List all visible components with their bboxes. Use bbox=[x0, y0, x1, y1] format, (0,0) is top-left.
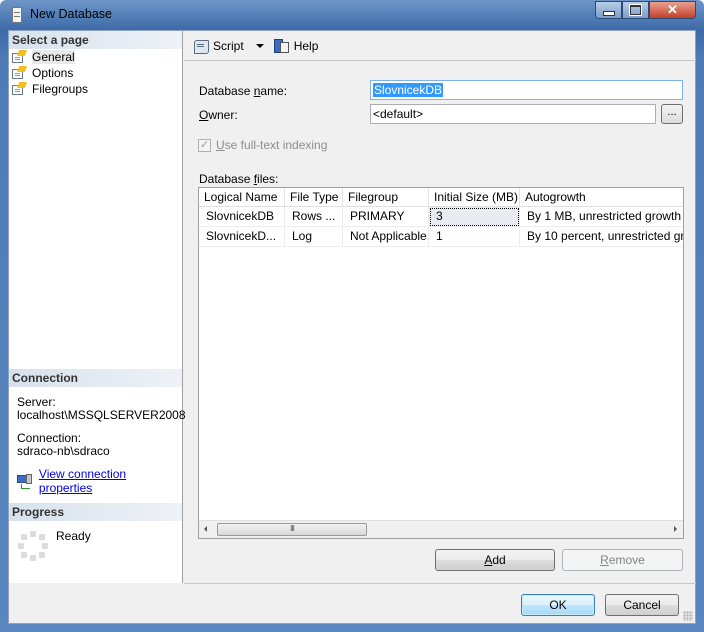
page-item-options[interactable]: Options bbox=[11, 65, 73, 81]
page-properties-icon bbox=[11, 82, 28, 96]
database-name-value: SlovnicekDB bbox=[373, 83, 444, 97]
connection-properties-icon bbox=[17, 474, 33, 489]
owner-input[interactable]: <default> bbox=[370, 104, 656, 124]
server-label: Server: bbox=[17, 395, 56, 409]
bottom-separator bbox=[184, 583, 696, 584]
owner-browse-button[interactable]: ... bbox=[661, 104, 683, 124]
server-value: localhost\MSSQLSERVER2008 bbox=[17, 408, 186, 422]
column-header-initial-size[interactable]: Initial Size (MB) bbox=[429, 188, 520, 206]
help-button[interactable]: Help bbox=[264, 38, 319, 54]
connection-header: Connection bbox=[9, 369, 182, 387]
connection-label: Connection: bbox=[17, 431, 82, 445]
connection-value: sdraco-nb\sdraco bbox=[17, 444, 110, 458]
database-files-label: Database files: bbox=[199, 172, 279, 186]
database-name-label: Database name: bbox=[199, 84, 288, 98]
left-pane: Select a page General Options Filegroups… bbox=[9, 31, 186, 583]
remove-button[interactable]: Remove bbox=[562, 549, 683, 571]
progress-spinner-icon bbox=[18, 531, 48, 561]
minimize-button[interactable] bbox=[595, 1, 622, 19]
column-header-filegroup[interactable]: Filegroup bbox=[343, 188, 429, 206]
page-item-label: General bbox=[32, 50, 75, 64]
cell-autogrowth[interactable]: By 10 percent, unrestricted growth bbox=[520, 227, 683, 247]
database-files-grid[interactable]: Logical Name File Type Filegroup Initial… bbox=[198, 187, 684, 539]
resize-grip-icon[interactable] bbox=[683, 611, 693, 621]
cell-autogrowth[interactable]: By 1 MB, unrestricted growth bbox=[520, 207, 683, 227]
database-icon bbox=[12, 7, 22, 23]
new-database-window: New Database ✕ Select a page General Opt… bbox=[0, 0, 704, 632]
window-controls: ✕ bbox=[595, 1, 696, 21]
select-page-header: Select a page bbox=[9, 31, 182, 49]
owner-label: Owner: bbox=[199, 108, 238, 122]
maximize-button[interactable] bbox=[622, 1, 649, 19]
minimize-icon bbox=[602, 10, 615, 16]
page-properties-icon bbox=[11, 50, 28, 64]
progress-status: Ready bbox=[56, 529, 91, 543]
cancel-button[interactable]: Cancel bbox=[605, 594, 679, 616]
page-item-label: Filegroups bbox=[32, 82, 89, 96]
table-row[interactable]: SlovnicekDB Rows ... PRIMARY 3 By 1 MB, … bbox=[199, 207, 683, 227]
help-icon bbox=[273, 38, 290, 54]
column-header-autogrowth[interactable]: Autogrowth bbox=[520, 188, 683, 206]
table-row[interactable]: SlovnicekD... Log Not Applicable 1 By 10… bbox=[199, 227, 683, 247]
title-bar[interactable]: New Database ✕ bbox=[0, 0, 704, 30]
scrollbar-thumb[interactable]: III bbox=[217, 523, 367, 536]
page-properties-icon bbox=[11, 66, 28, 80]
script-dropdown-arrow-icon[interactable] bbox=[255, 43, 264, 48]
fulltext-indexing-checkbox[interactable]: ✓ bbox=[198, 139, 211, 152]
script-label: Script bbox=[213, 38, 244, 53]
script-icon bbox=[192, 38, 210, 54]
cell-initial-size[interactable]: 1 bbox=[429, 227, 520, 247]
ok-button[interactable]: OK bbox=[521, 594, 595, 616]
grid-header: Logical Name File Type Filegroup Initial… bbox=[199, 188, 683, 207]
horizontal-scrollbar[interactable]: III bbox=[199, 520, 683, 538]
cell-logical-name[interactable]: SlovnicekD... bbox=[199, 227, 285, 247]
cell-initial-size[interactable]: 3 bbox=[429, 207, 520, 227]
close-button[interactable]: ✕ bbox=[649, 1, 696, 19]
scroll-left-arrow-icon[interactable] bbox=[204, 526, 207, 532]
view-connection-properties-link[interactable]: View connection properties bbox=[39, 467, 182, 495]
cell-file-type[interactable]: Rows ... bbox=[285, 207, 343, 227]
cell-filegroup[interactable]: Not Applicable bbox=[343, 227, 429, 247]
column-header-logical-name[interactable]: Logical Name bbox=[199, 188, 285, 206]
view-connection-properties[interactable]: View connection properties bbox=[17, 467, 182, 495]
close-icon: ✕ bbox=[667, 2, 678, 17]
window-title: New Database bbox=[30, 7, 112, 21]
script-button[interactable]: Script bbox=[192, 38, 264, 54]
page-item-label: Options bbox=[32, 66, 74, 80]
cell-logical-name[interactable]: SlovnicekDB bbox=[199, 207, 285, 227]
dialog-client-area: Select a page General Options Filegroups… bbox=[8, 30, 696, 624]
scroll-right-arrow-icon[interactable] bbox=[674, 526, 677, 532]
maximize-icon bbox=[629, 4, 642, 16]
toolbar: Script Help bbox=[184, 31, 696, 61]
cell-file-type[interactable]: Log bbox=[285, 227, 343, 247]
add-button[interactable]: Add bbox=[435, 549, 555, 571]
page-item-filegroups[interactable]: Filegroups bbox=[11, 81, 88, 97]
database-name-input[interactable]: SlovnicekDB bbox=[370, 80, 683, 100]
progress-header: Progress bbox=[9, 503, 182, 521]
column-header-file-type[interactable]: File Type bbox=[285, 188, 343, 206]
cell-filegroup[interactable]: PRIMARY bbox=[343, 207, 429, 227]
page-item-general[interactable]: General bbox=[11, 49, 75, 65]
help-label: Help bbox=[293, 38, 319, 53]
fulltext-indexing-label: Use full-text indexing bbox=[216, 138, 328, 152]
